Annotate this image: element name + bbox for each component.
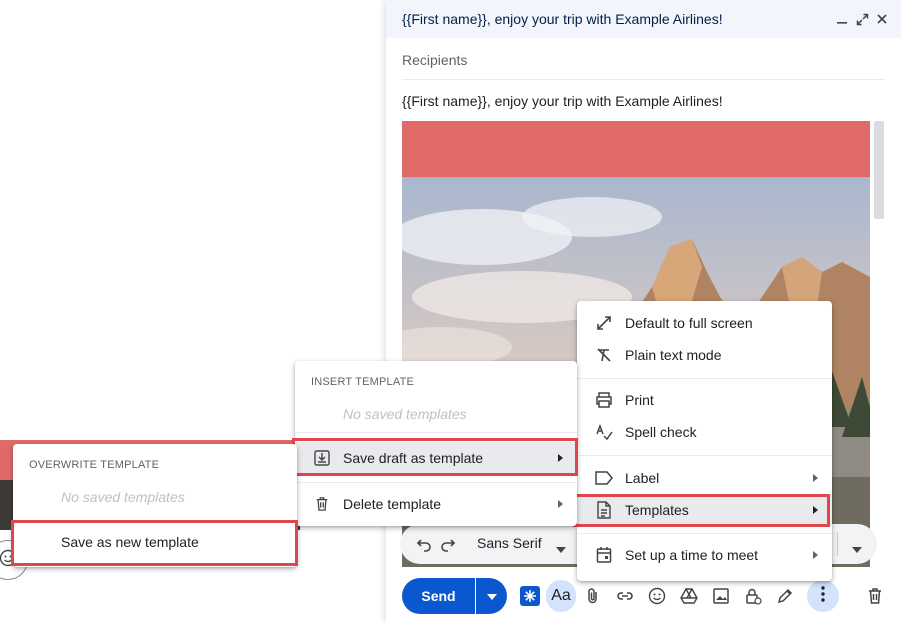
- menu-item-plain-text[interactable]: Plain text mode: [577, 339, 832, 371]
- expand-icon[interactable]: [854, 11, 870, 27]
- menu-item-spell-check[interactable]: Spell check: [577, 416, 832, 448]
- menu-item-label: Plain text mode: [625, 347, 722, 363]
- chevron-right-icon: [813, 551, 818, 559]
- spellcheck-icon: [595, 423, 613, 441]
- empty-templates: No saved templates: [343, 406, 467, 422]
- menu-divider: [577, 533, 832, 534]
- email-banner: [402, 121, 870, 177]
- menu-item-label: Label: [625, 470, 660, 486]
- menu-item-schedule-meeting[interactable]: Set up a time to meet: [577, 539, 832, 571]
- expand-icon: [595, 314, 613, 332]
- font-selector[interactable]: Sans Serif: [477, 535, 542, 551]
- send-options-button[interactable]: [476, 578, 507, 614]
- emoji-icon[interactable]: [646, 585, 668, 607]
- photo-icon[interactable]: [710, 585, 732, 607]
- chevron-right-icon: [558, 500, 563, 508]
- chevron-down-icon[interactable]: [852, 540, 862, 558]
- attach-icon[interactable]: [582, 585, 604, 607]
- empty-templates: No saved templates: [61, 489, 185, 505]
- menu-divider: [295, 482, 577, 483]
- compose-header: {{First name}}, enjoy your trip with Exa…: [386, 0, 901, 38]
- compose-title: {{First name}}, enjoy your trip with Exa…: [402, 11, 723, 27]
- drive-icon[interactable]: [678, 585, 700, 607]
- divider: [402, 79, 885, 80]
- send-button[interactable]: Send: [402, 578, 475, 614]
- menu-item-label: Set up a time to meet: [625, 547, 759, 563]
- trash-icon: [313, 495, 331, 513]
- formatting-options-button[interactable]: Aa: [546, 580, 576, 612]
- minimize-icon[interactable]: [834, 11, 850, 27]
- menu-item-label: Print: [625, 392, 654, 408]
- menu-item-full-screen[interactable]: Default to full screen: [577, 307, 832, 339]
- chevron-down-icon: [486, 587, 497, 605]
- recipients-field[interactable]: Recipients: [402, 52, 467, 68]
- label-icon: [595, 469, 613, 487]
- gemini-icon[interactable]: [520, 586, 540, 606]
- menu-divider: [577, 455, 832, 456]
- divider: [837, 532, 838, 556]
- link-icon[interactable]: [614, 585, 636, 607]
- subject-field[interactable]: {{First name}}, enjoy your trip with Exa…: [402, 93, 723, 109]
- menu-divider: [295, 432, 577, 433]
- highlight-save-new: [11, 520, 298, 566]
- highlight-templates: [573, 494, 830, 527]
- menu-divider: [577, 378, 832, 379]
- print-icon: [595, 391, 613, 409]
- menu-item-label: Delete template: [343, 496, 442, 512]
- scrollbar[interactable]: [874, 121, 884, 219]
- menu-item-label-submenu[interactable]: Label: [577, 462, 832, 494]
- highlight-save-draft: [292, 438, 578, 476]
- more-options-button[interactable]: [807, 580, 839, 612]
- more-vertical-icon: [821, 585, 825, 607]
- section-insert-template: INSERT TEMPLATE: [311, 376, 415, 388]
- trash-icon[interactable]: [864, 585, 886, 607]
- chevron-down-icon[interactable]: [556, 540, 566, 558]
- menu-item-print[interactable]: Print: [577, 384, 832, 416]
- close-icon[interactable]: [874, 11, 890, 27]
- menu-item-delete-template[interactable]: Delete template: [295, 488, 577, 520]
- signature-pen-icon[interactable]: [774, 585, 796, 607]
- confidential-lock-icon[interactable]: [742, 585, 764, 607]
- section-overwrite-template: OVERWRITE TEMPLATE: [29, 459, 160, 471]
- undo-icon[interactable]: [416, 536, 432, 557]
- menu-item-label: Spell check: [625, 424, 697, 440]
- more-options-menu: Default to full screen Plain text mode P…: [577, 301, 832, 581]
- redo-icon[interactable]: [440, 536, 456, 557]
- clear-format-icon: [595, 346, 613, 364]
- chevron-right-icon: [813, 474, 818, 482]
- calendar-icon: [595, 546, 613, 564]
- menu-item-label: Default to full screen: [625, 315, 753, 331]
